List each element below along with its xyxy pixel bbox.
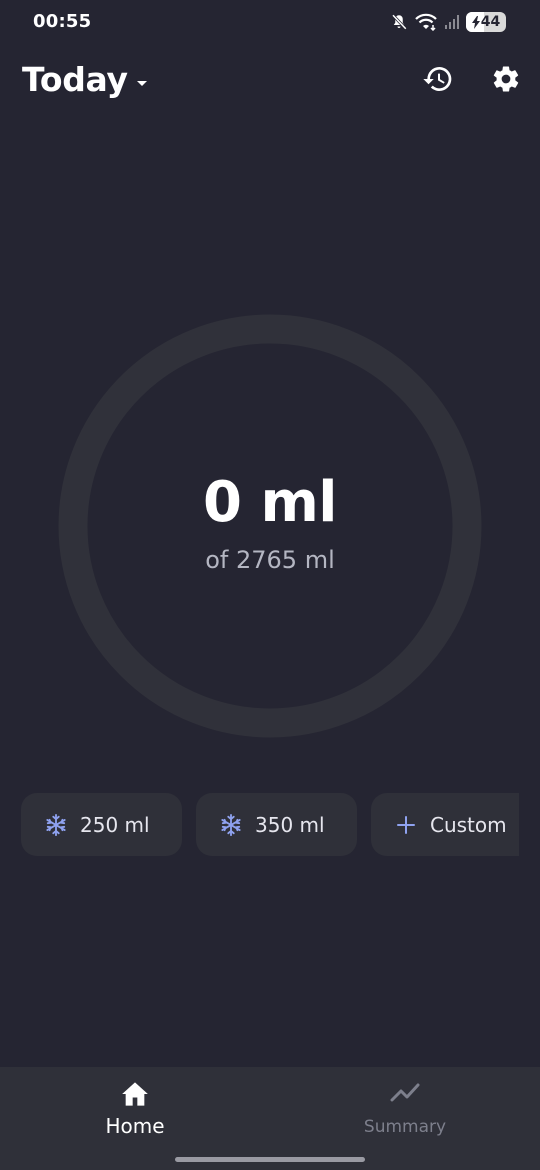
wifi-icon	[414, 13, 438, 31]
settings-button[interactable]	[489, 64, 523, 98]
app-screen: 00:55 44 Today 0 ml of 2765 ml 250 ml 35…	[0, 0, 540, 1170]
signal-icon	[444, 14, 460, 30]
intake-value: 0 ml	[202, 470, 338, 535]
nav-label-summary: Summary	[363, 1117, 447, 1137]
app-header: Today	[0, 56, 540, 106]
history-button[interactable]	[421, 64, 455, 98]
history-icon	[422, 63, 454, 99]
quick-add-label: 350 ml	[255, 812, 325, 837]
nav-item-home[interactable]: Home	[0, 1067, 270, 1157]
add-custom-button[interactable]: Custom	[371, 793, 519, 856]
add-350-button[interactable]: 350 ml	[196, 793, 357, 856]
nav-item-summary[interactable]: Summary	[270, 1067, 540, 1157]
mute-icon	[390, 13, 408, 31]
quick-add-row: 250 ml 350 ml Custom	[0, 793, 540, 857]
battery-level-text: 44	[480, 14, 501, 30]
trend-line-icon	[270, 1081, 540, 1103]
status-bar: 00:55 44	[0, 0, 540, 44]
quick-add-label: 250 ml	[80, 812, 150, 837]
battery-indicator: 44	[466, 12, 506, 32]
status-icons: 44	[390, 10, 506, 34]
charging-bolt-icon	[471, 15, 480, 29]
page-title: Today	[22, 60, 128, 99]
status-time: 00:55	[33, 11, 92, 32]
bottom-navigation: Home Summary	[0, 1067, 540, 1170]
quick-add-label: Custom	[430, 812, 507, 837]
home-icon	[0, 1081, 270, 1107]
battery-level: 44	[471, 14, 501, 30]
nav-label-home: Home	[105, 1114, 165, 1138]
gear-icon	[491, 64, 521, 98]
caret-down-icon	[136, 72, 148, 91]
intake-goal: of 2765 ml	[205, 546, 335, 574]
snowflake-icon	[45, 813, 67, 836]
day-selector[interactable]: Today	[22, 60, 148, 99]
home-indicator	[175, 1157, 365, 1162]
snowflake-icon	[220, 813, 242, 836]
add-250-button[interactable]: 250 ml	[21, 793, 182, 856]
plus-icon	[395, 814, 417, 836]
